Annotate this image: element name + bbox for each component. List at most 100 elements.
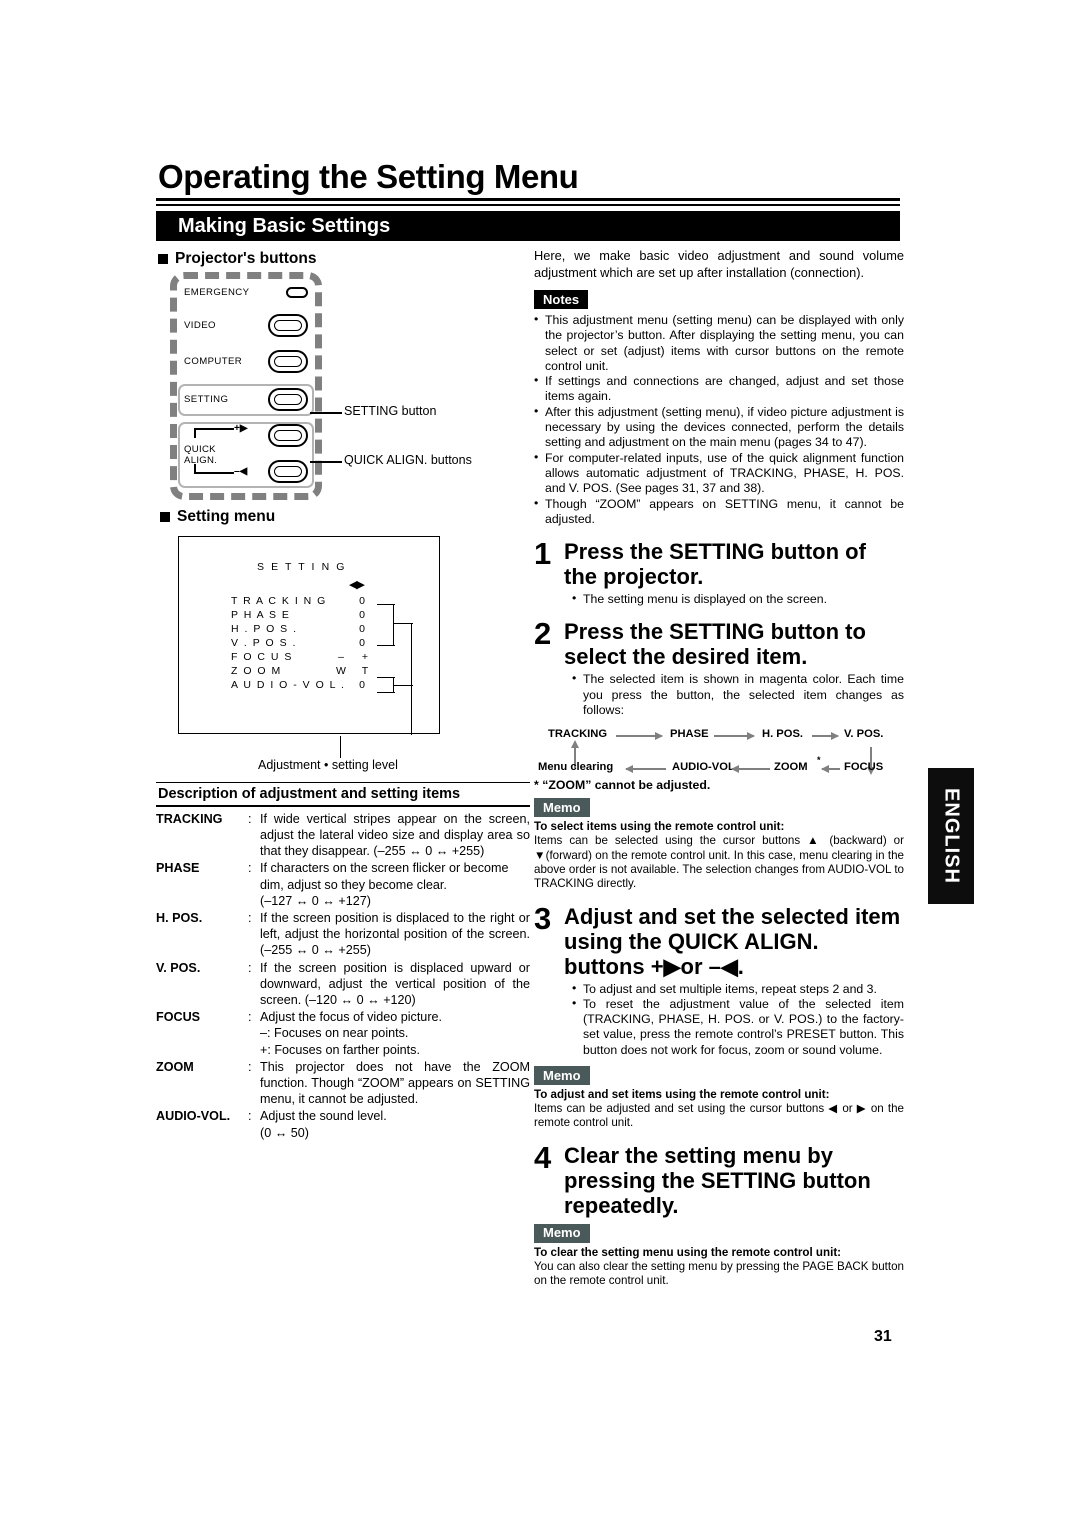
screen-value-focus: – + [329, 650, 377, 664]
screen-caption: Adjustment • setting level [258, 758, 398, 772]
video-label: VIDEO [184, 320, 216, 331]
table-row: H. POS. : If the screen position is disp… [156, 910, 530, 959]
flow-node-menu-clearing: Menu clearing [538, 761, 614, 774]
flow-arrow-2 [714, 732, 755, 740]
desc-body-hpos: If the screen position is displaced to t… [260, 911, 530, 958]
screen-value-tracking: 0 [359, 595, 365, 607]
step-4-title: Clear the setting menu by pressing the S… [564, 1142, 871, 1218]
memo-1-tag: Memo [534, 798, 590, 818]
quick-align-plus-button[interactable] [268, 424, 308, 447]
step-2: 2 Press the SETTING button to select the… [534, 618, 904, 718]
setting-callout-line [310, 412, 342, 414]
note-item: For computer-related inputs, use of the … [534, 450, 904, 497]
memo-3-body: You can also clear the setting menu by p… [534, 1259, 904, 1287]
step-2-bullet: The selected item is shown in magenta co… [572, 671, 904, 718]
desc-body-phase-1: If characters on the screen flicker or b… [260, 861, 509, 892]
zoom-w-symbol: W [336, 665, 346, 677]
step-1-number: 1 [534, 536, 552, 572]
setting-menu-screen: S E T T I N G ◀▶ T R A C K I N G P H A S… [178, 536, 440, 735]
document-page: Operating the Setting Menu Making Basic … [0, 0, 1080, 1528]
projector-buttons-diagram: EMERGENCY VIDEO COMPUTER SETTING QUICK A… [170, 272, 354, 500]
desc-body-vpos: If the screen position is displaced upwa… [260, 960, 530, 1008]
quick-align-minus-button[interactable] [268, 460, 308, 483]
screen-value-vpos: 0 [359, 637, 365, 649]
step-3: 3 Adjust and set the selected item using… [534, 900, 904, 1058]
step-3-number: 3 [534, 900, 552, 936]
projector-buttons-heading: Projector's buttons [158, 250, 316, 268]
right-column: Here, we make basic video adjustment and… [534, 248, 904, 1288]
quick-align-label: QUICK ALIGN. [184, 444, 217, 466]
table-row: FOCUS : Adjust the focus of video pictur… [156, 1009, 530, 1058]
table-row: AUDIO-VOL. : Adjust the sound level. (0 … [156, 1108, 530, 1140]
flow-node-vpos: V. POS. [844, 728, 884, 741]
quick-align-label-line1: QUICK [184, 444, 216, 455]
screen-title: S E T T I N G [257, 561, 347, 573]
step-1-bullet: The setting menu is displayed on the scr… [572, 591, 904, 607]
setting-callout-label: SETTING button [344, 404, 437, 418]
table-row: ZOOM : This projector does not have the … [156, 1059, 530, 1108]
cursor-arrows-icon: ◀▶ [349, 579, 365, 591]
flow-node-audiovol: AUDIO-VOL. [672, 761, 738, 774]
flow-node-tracking: TRACKING [548, 728, 608, 741]
desc-body-focus-3: +: Focuses on farther points. [260, 1042, 420, 1057]
bullet-square-icon-2 [160, 512, 170, 522]
flow-arrow-6 [821, 765, 840, 773]
video-button[interactable] [268, 314, 308, 337]
plus-bracket-horizontal [194, 428, 234, 431]
setting-label: SETTING [184, 394, 229, 405]
plus-right-arrow-icon: +▶ [234, 423, 248, 434]
setting-row: SETTING [184, 388, 308, 411]
desc-colon-1: : [248, 861, 252, 876]
desc-colon-3: : [248, 960, 252, 975]
memo-3-lead: To clear the setting menu using the remo… [534, 1245, 842, 1259]
desc-body-focus-1: Adjust the focus of video picture. [260, 1010, 443, 1025]
table-row: PHASE : If characters on the screen flic… [156, 860, 530, 909]
desc-body-audiovol: Adjust the sound level. (0 ↔ 50) [260, 1108, 530, 1140]
description-table: Description of adjustment and setting it… [156, 782, 530, 1142]
flow-arrow-1 [616, 732, 663, 740]
step-3-bullet: To reset the adjustment value of the sel… [572, 996, 904, 1058]
quick-align-minus-row [268, 460, 308, 483]
step-3-title: Adjust and set the selected item using t… [564, 903, 901, 979]
quick-align-label-line2: ALIGN. [184, 455, 218, 466]
video-row: VIDEO [184, 314, 308, 337]
bullet-square-icon [158, 254, 168, 264]
flow-zoom-asterisk: * [817, 755, 821, 766]
desc-body-audiovol-2: (0 ↔ 50) [260, 1125, 309, 1140]
language-side-tab-label: ENGLISH [940, 788, 963, 884]
title-rule-thick [156, 198, 900, 201]
screen-value-zoom: W T [329, 664, 377, 678]
memo-1-body: Items can be selected using the cursor b… [534, 834, 904, 891]
desc-term-vpos: V. POS. [156, 960, 201, 975]
computer-row: COMPUTER [184, 350, 308, 373]
memo-1-lead: To select items using the remote control… [534, 820, 785, 834]
setting-button[interactable] [268, 388, 308, 411]
flow-arrow-5 [731, 765, 770, 773]
screen-item-phase: P H A S E [231, 609, 291, 621]
table-row: V. POS. : If the screen position is disp… [156, 960, 530, 1009]
language-side-tab: ENGLISH [928, 768, 974, 904]
bracket-audio-bottom [377, 692, 395, 694]
description-heading: Description of adjustment and setting it… [158, 786, 461, 803]
caption-leader-line [340, 736, 342, 758]
selection-flow-diagram: TRACKING PHASE H. POS. V. POS. Menu clea… [534, 728, 904, 792]
minus-left-arrow-icon: –◀ [234, 466, 248, 477]
description-rows: TRACKING : If wide vertical stripes appe… [156, 807, 530, 1141]
bracket-join-lower [393, 685, 413, 687]
computer-button[interactable] [268, 350, 308, 373]
quick-align-callout-line [310, 461, 342, 463]
screen-item-audiovol: A U D I O - V O L . [231, 679, 346, 691]
focus-plus-symbol: + [361, 651, 369, 663]
step-2-bullets: The selected item is shown in magenta co… [564, 671, 904, 718]
screen-value-hpos: 0 [359, 623, 365, 635]
note-item: After this adjustment (setting menu), if… [534, 404, 904, 451]
desc-colon-5: : [248, 1059, 252, 1074]
flow-arrow-4 [625, 765, 666, 773]
note-item: If settings and connections are changed,… [534, 373, 904, 405]
bracket-bottom [377, 645, 395, 647]
step-1: 1 Press the SETTING button of the projec… [534, 536, 904, 607]
desc-body-focus-2: –: Focuses on near points. [260, 1026, 409, 1041]
flow-node-focus: FOCUS [844, 761, 884, 774]
emergency-label: EMERGENCY [184, 287, 250, 298]
desc-body-audiovol-1: Adjust the sound level. [260, 1109, 387, 1124]
